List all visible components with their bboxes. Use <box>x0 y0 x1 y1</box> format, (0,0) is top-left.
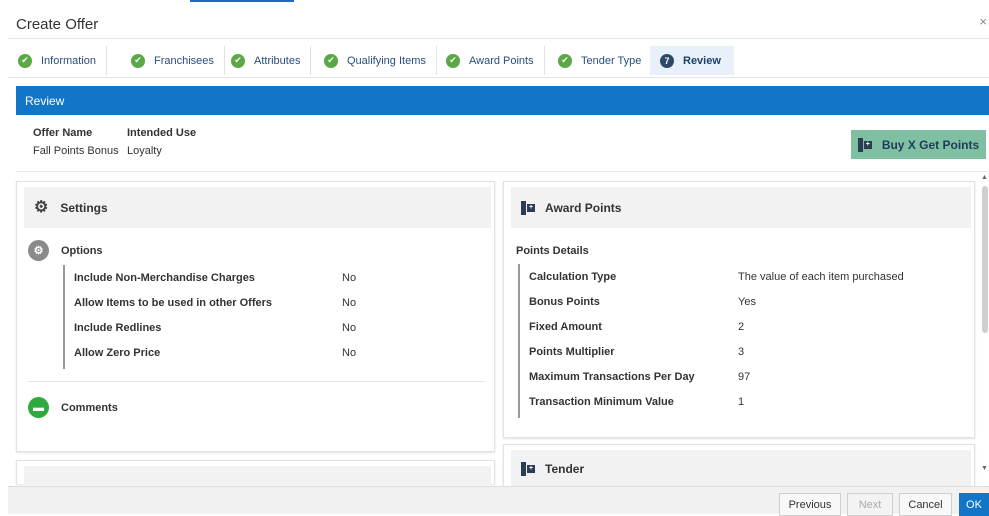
tab-review[interactable]: 7 Review <box>650 46 734 75</box>
scroll-down-icon[interactable]: ▼ <box>981 465 988 472</box>
close-icon[interactable]: × <box>979 14 987 29</box>
award-points-title: Award Points <box>545 200 622 215</box>
detail-value: 3 <box>738 345 745 358</box>
points-block-icon: + <box>521 200 535 215</box>
intended-use-value: Loyalty <box>127 145 162 157</box>
settings-circle-icon: ⚙ <box>28 240 49 261</box>
award-points-panel-header: + Award Points <box>511 187 971 228</box>
points-details-header: Points Details <box>516 245 589 257</box>
tab-label: Award Points <box>469 54 534 67</box>
options-header: ⚙ Options <box>28 240 103 261</box>
option-label: Include Redlines <box>74 321 162 334</box>
offer-name-field: Offer Name Fall Points Bonus <box>33 127 119 157</box>
option-value: No <box>342 346 357 359</box>
option-value: No <box>342 271 357 284</box>
check-circle-icon: ✔ <box>231 53 245 68</box>
intended-use-label: Intended Use <box>127 127 197 139</box>
tab-franchisees[interactable]: ✔ Franchisees <box>121 46 225 75</box>
scroll-up-icon[interactable]: ▲ <box>981 174 988 181</box>
check-circle-icon: ✔ <box>558 53 572 68</box>
next-button[interactable]: Next <box>847 493 893 516</box>
detail-label: Bonus Points <box>529 295 600 308</box>
award-points-panel: + Award Points Points Details Calculatio… <box>503 181 975 438</box>
ok-button[interactable]: OK <box>959 493 989 516</box>
settings-next-panel <box>16 460 495 485</box>
tab-label: Franchisees <box>154 54 214 67</box>
comments-title: Comments <box>61 401 118 414</box>
review-bar: Review <box>16 86 989 115</box>
check-circle-icon: ✔ <box>446 53 460 68</box>
points-details-title: Points Details <box>516 245 589 257</box>
options-title: Options <box>61 244 103 257</box>
offer-summary: Offer Name Fall Points Bonus Intended Us… <box>16 116 989 172</box>
step-number-icon: 7 <box>660 53 674 68</box>
points-block-icon: + <box>857 137 872 152</box>
option-label: Include Non-Merchandise Charges <box>74 271 255 284</box>
detail-value: 2 <box>738 320 745 333</box>
detail-label: Maximum Transactions Per Day <box>529 370 695 383</box>
dialog-footer: Previous Next Cancel OK <box>8 486 989 516</box>
wizard-tabs: ✔ Information ✔ Franchisees ✔ Attributes… <box>8 46 989 78</box>
intended-use-field: Intended Use Loyalty <box>127 127 196 157</box>
chat-bubble-icon: ▬ <box>28 397 49 418</box>
offer-name-label: Offer Name <box>33 127 93 139</box>
tender-panel-header: + Tender <box>511 450 971 487</box>
tab-label: Attributes <box>254 54 301 67</box>
tab-tender-type[interactable]: ✔ Tender Type <box>548 46 653 75</box>
detail-label: Fixed Amount <box>529 320 602 333</box>
scrollbar-thumb[interactable] <box>982 186 988 333</box>
check-circle-icon: ✔ <box>18 53 32 68</box>
dialog-title: Create Offer <box>16 16 99 33</box>
points-block-icon: + <box>521 461 535 476</box>
detail-value: 97 <box>738 370 751 383</box>
tender-title: Tender <box>545 461 585 476</box>
tab-attributes[interactable]: ✔ Attributes <box>221 46 312 75</box>
detail-value: The value of each item purchased <box>738 270 904 283</box>
cancel-button[interactable]: Cancel <box>899 493 952 516</box>
dialog-header: Create Offer × <box>8 9 989 39</box>
settings-title: Settings <box>60 200 108 215</box>
detail-label: Calculation Type <box>529 270 617 283</box>
option-value: No <box>342 321 357 334</box>
content-scrollbar[interactable]: ▲ ▼ <box>981 174 989 476</box>
offer-type-button[interactable]: + Buy X Get Points <box>851 130 986 159</box>
active-indicator <box>190 0 294 2</box>
tab-award-points[interactable]: ✔ Award Points <box>436 46 545 75</box>
settings-panel-header: ⚙ Settings <box>24 187 491 228</box>
tab-label: Qualifying Items <box>347 54 426 67</box>
detail-value: 1 <box>738 395 745 408</box>
tab-qualifying-items[interactable]: ✔ Qualifying Items <box>314 46 437 75</box>
tender-panel: + Tender <box>503 444 975 487</box>
tab-label: Tender Type <box>581 54 642 67</box>
points-details-list: Calculation Type The value of each item … <box>518 264 958 418</box>
tab-information[interactable]: ✔ Information <box>8 46 108 75</box>
offer-name-value: Fall Points Bonus <box>33 145 119 157</box>
detail-label: Transaction Minimum Value <box>529 395 674 408</box>
detail-value: Yes <box>738 295 756 308</box>
previous-button[interactable]: Previous <box>779 493 841 516</box>
option-label: Allow Items to be used in other Offers <box>74 296 273 309</box>
divider <box>28 381 485 382</box>
tab-label: Information <box>41 54 97 67</box>
settings-panel: ⚙ Settings ⚙ Options Include Non-Merchan… <box>16 181 495 452</box>
tab-label: Review <box>683 54 721 67</box>
check-circle-icon: ✔ <box>131 53 145 68</box>
review-bar-title: Review <box>25 94 65 108</box>
option-label: Allow Zero Price <box>74 346 161 359</box>
options-list: Include Non-Merchandise Charges No Allow… <box>63 265 463 369</box>
panel-header <box>24 466 491 485</box>
gear-icon: ⚙ <box>34 198 49 216</box>
check-circle-icon: ✔ <box>324 53 338 68</box>
detail-label: Points Multiplier <box>529 345 615 358</box>
offer-type-label: Buy X Get Points <box>881 137 980 152</box>
comments-header: ▬ Comments <box>28 397 118 418</box>
option-value: No <box>342 296 357 309</box>
